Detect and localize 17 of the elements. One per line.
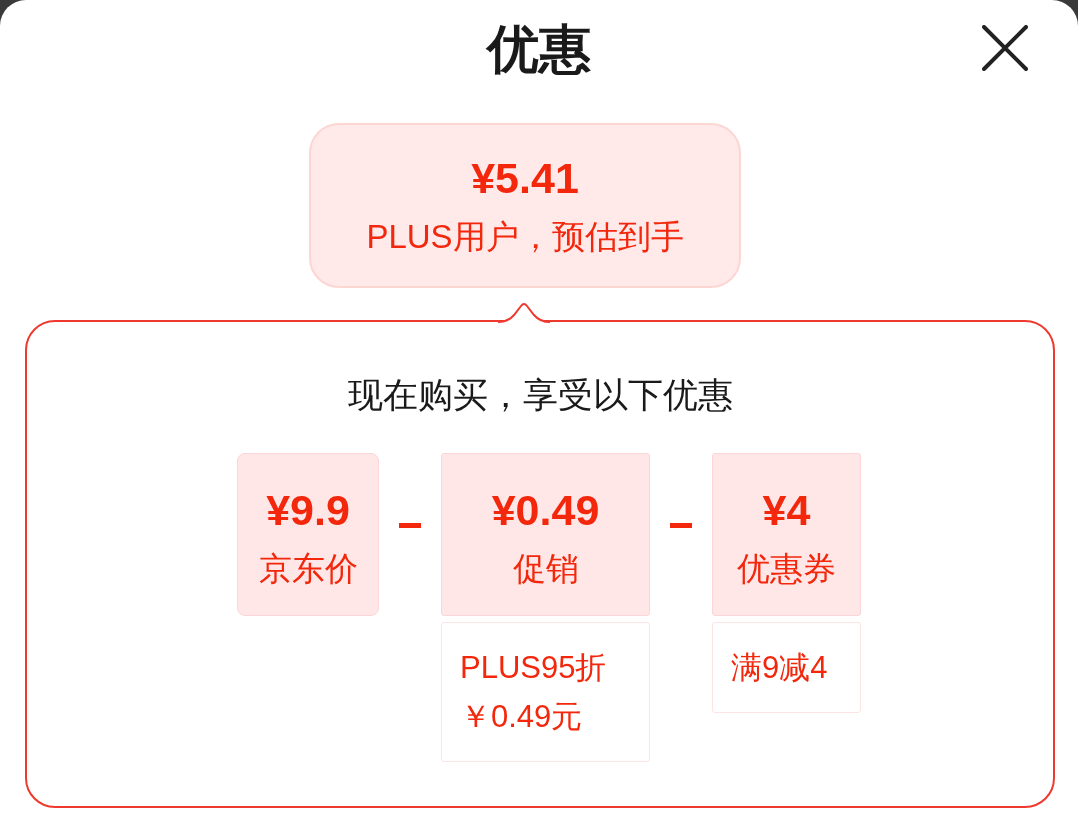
close-icon xyxy=(982,25,1028,71)
price-label: 优惠券 xyxy=(737,549,836,589)
discount-heading: 现在购买，享受以下优惠 xyxy=(347,374,733,416)
detail-text: PLUS95折 xyxy=(460,649,607,687)
minus-icon xyxy=(399,523,421,528)
price-text: ¥4 xyxy=(762,485,811,536)
detail-text: ￥0.49元 xyxy=(460,698,583,736)
price-text: ¥9.9 xyxy=(266,485,350,536)
price-label: 京东价 xyxy=(258,549,358,589)
price-text: ¥0.49 xyxy=(491,485,600,536)
close-button[interactable] xyxy=(982,25,1028,71)
price-label: 促销 xyxy=(512,549,579,589)
detail-text: 满9减4 xyxy=(731,649,828,687)
estimate-price: ¥5.41 xyxy=(471,153,579,204)
minus-icon xyxy=(670,523,692,528)
estimate-caption: PLUS用户，预估到手 xyxy=(366,217,684,257)
sheet-title: 优惠 xyxy=(487,19,591,79)
